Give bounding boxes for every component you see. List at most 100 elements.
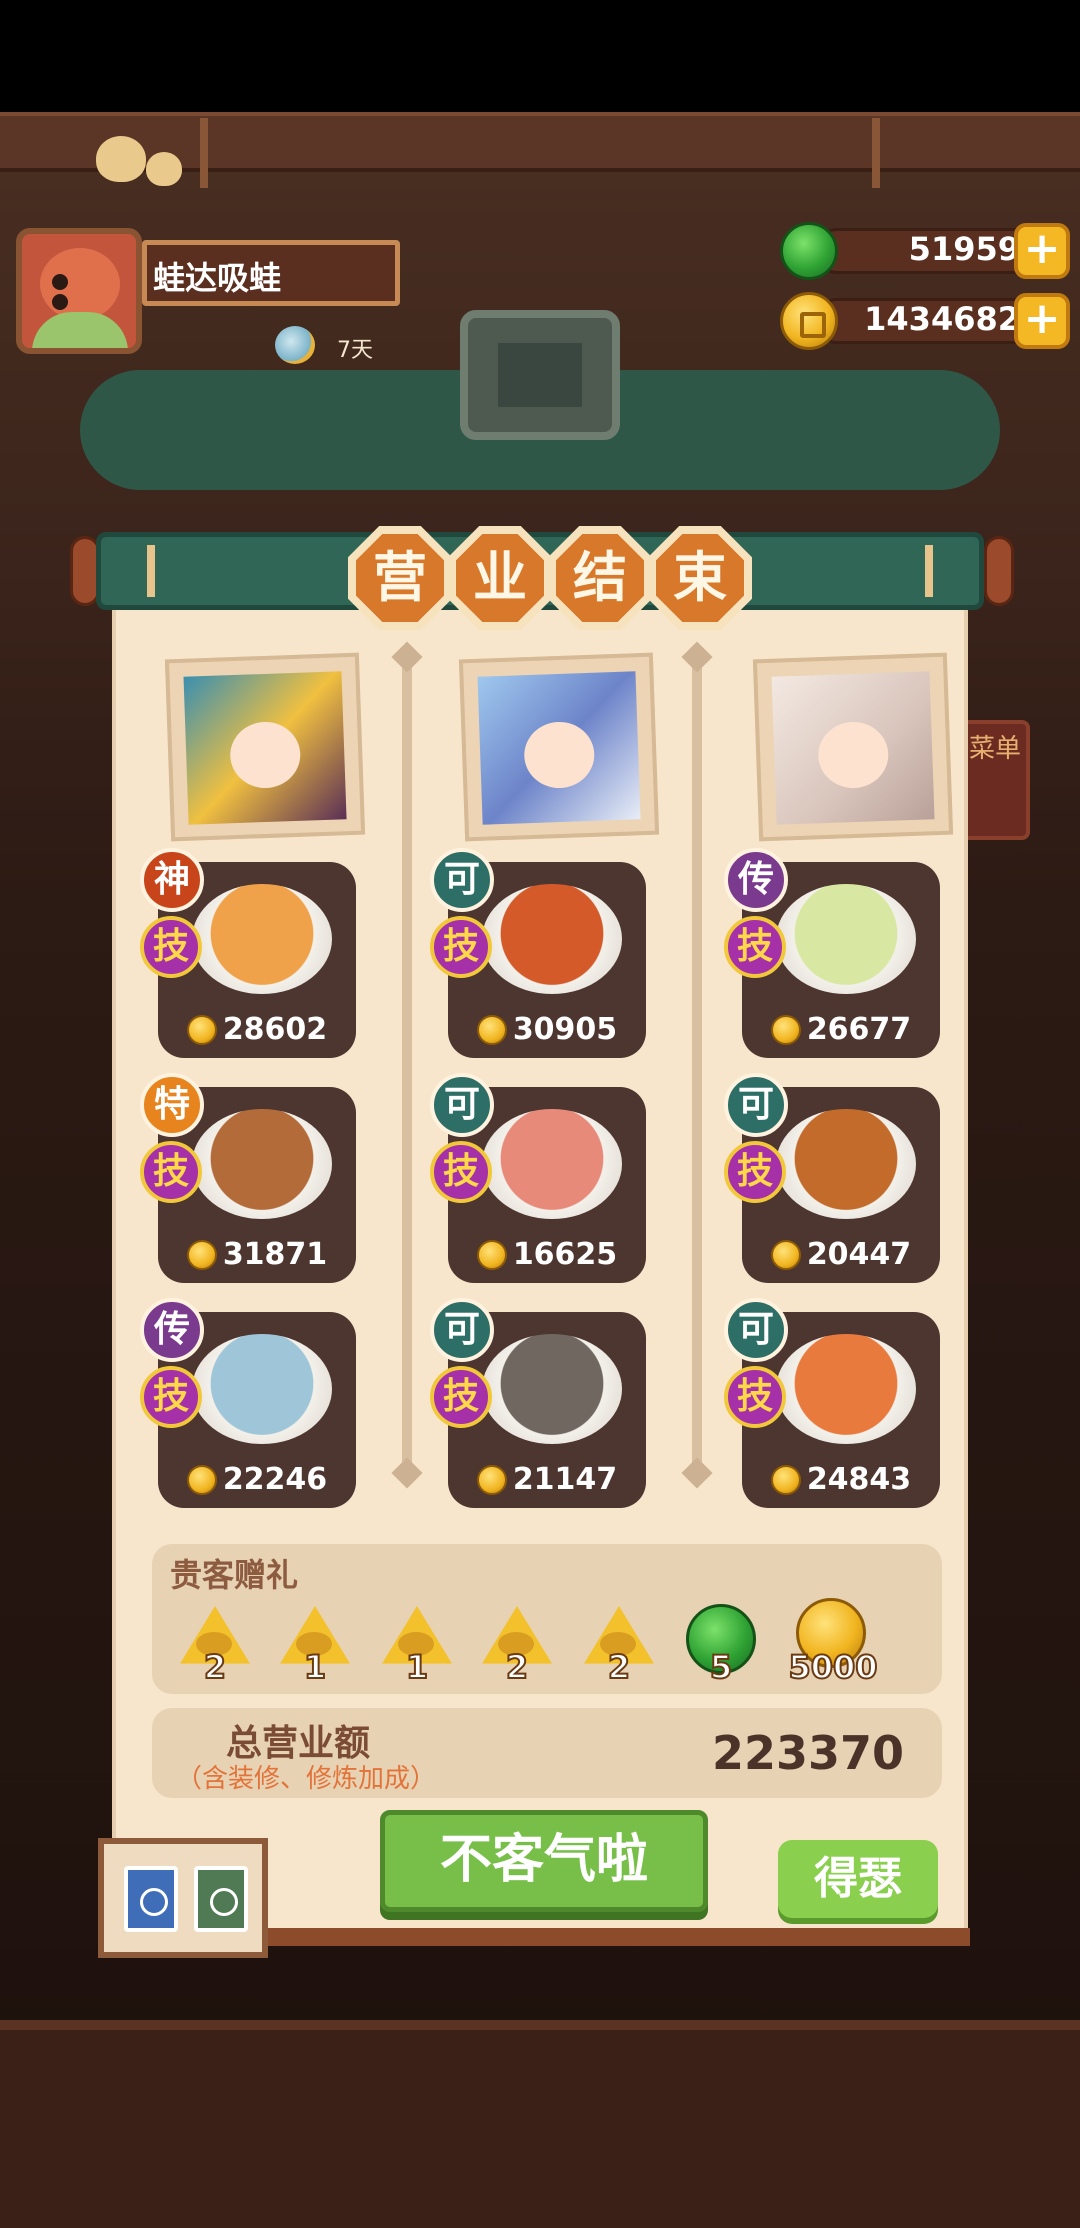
gift-count: 1: [405, 1647, 429, 1687]
skill-badge: 技: [140, 1141, 202, 1203]
dish-image: [776, 1109, 916, 1219]
dish-price-value: 16625: [512, 1237, 618, 1272]
gold-coin-icon: [186, 1464, 217, 1495]
dish-rank-badge: 特: [140, 1073, 204, 1137]
gifts-label: 贵客赠礼: [170, 1556, 299, 1594]
days-count: 7天: [337, 338, 373, 363]
total-value: 223370: [711, 1726, 904, 1780]
gold-coin-icon: [476, 1014, 507, 1045]
gift-count: 1: [303, 1647, 327, 1687]
gift-item: 2: [176, 1604, 254, 1687]
gift-count: 2: [203, 1647, 227, 1687]
gift-item: 1: [378, 1604, 456, 1687]
chick-decoration: [96, 136, 146, 182]
dish-rank-badge: 可: [724, 1298, 788, 1362]
dish-rank-badge: 可: [430, 848, 494, 912]
skill-badge: 技: [430, 1366, 492, 1428]
gold-coin-icon: [186, 1014, 217, 1045]
gift-item: 1: [276, 1604, 354, 1687]
jade-orb-icon: [780, 222, 838, 280]
gift-item: 5: [682, 1604, 760, 1687]
dish-image: [776, 884, 916, 994]
side-button-label: 得瑟: [814, 1853, 902, 1904]
skill-badge: 技: [724, 1141, 786, 1203]
dish-price: 20447: [742, 1237, 940, 1273]
dish-rank-badge: 传: [724, 848, 788, 912]
you-are-welcome-button[interactable]: 不客气啦: [380, 1810, 708, 1912]
show-off-button[interactable]: 得瑟: [778, 1840, 938, 1918]
dish-price: 31871: [158, 1237, 356, 1273]
gift-item: 5000: [786, 1598, 879, 1687]
gift-count: 2: [505, 1647, 529, 1687]
dish-price-value: 22246: [222, 1462, 328, 1497]
skill-badge: 技: [430, 916, 492, 978]
gold-coin-icon: [476, 1239, 507, 1270]
roof-decoration: [200, 118, 880, 188]
skill-badge: 技: [430, 1141, 492, 1203]
kitchen-sign: [460, 310, 620, 440]
dish-rank-badge: 神: [140, 848, 204, 912]
dish-image: [192, 1334, 332, 1444]
guest-gifts: 贵客赠礼 2 1 1 2 2 5 5000: [152, 1544, 942, 1694]
gold-coin-icon: [476, 1464, 507, 1495]
skill-badge: 技: [724, 916, 786, 978]
total-note: （含装修、修炼加成）: [176, 1764, 437, 1794]
dish-rank-badge: 可: [724, 1073, 788, 1137]
dish-rank-badge: 可: [430, 1073, 494, 1137]
guest-portrait-white-hood: [752, 652, 954, 842]
gold-currency: 1434682 +: [780, 292, 1070, 350]
add-gold-button[interactable]: +: [1014, 293, 1070, 349]
jade-amount: 51959: [908, 230, 1020, 268]
jade-currency: 51959 +: [780, 222, 1070, 280]
column-divider: [402, 660, 412, 1470]
dish-rank-badge: 可: [430, 1298, 494, 1362]
gold-coin-icon: [770, 1239, 801, 1270]
gift-count: 5: [709, 1647, 733, 1687]
skill-badge: 技: [140, 1366, 202, 1428]
skill-badge: 技: [724, 1366, 786, 1428]
dish-price-value: 31871: [222, 1237, 328, 1272]
dish-image: [776, 1334, 916, 1444]
guest-portrait-blue-hair: [458, 652, 660, 842]
player-name: 蛙达吸蛙: [153, 259, 282, 297]
main-button-label: 不客气啦: [439, 1830, 648, 1890]
dish-price: 21147: [448, 1462, 646, 1498]
scroll-end-right: [984, 536, 1014, 606]
menu-lantern[interactable]: 菜单: [960, 720, 1030, 840]
dish-price: 30905: [448, 1012, 646, 1048]
gold-coin-icon: [780, 292, 838, 350]
dish-price-value: 21147: [512, 1462, 618, 1497]
dice-toggle[interactable]: [98, 1838, 268, 1958]
gift-count: 5000: [787, 1647, 878, 1687]
dish-image: [192, 1109, 332, 1219]
dish-image: [482, 1334, 622, 1444]
blue-die-icon: [124, 1866, 178, 1932]
dish-price-value: 26677: [806, 1012, 912, 1047]
dish-price: 16625: [448, 1237, 646, 1273]
dish-image: [192, 884, 332, 994]
player-avatar[interactable]: [16, 228, 142, 354]
dish-price-value: 24843: [806, 1462, 912, 1497]
gold-coin-icon: [770, 1014, 801, 1045]
add-jade-button[interactable]: +: [1014, 223, 1070, 279]
dish-price-value: 28602: [222, 1012, 328, 1047]
dish-price-value: 20447: [806, 1237, 912, 1272]
dish-price: 24843: [742, 1462, 940, 1498]
tea-cup-icon: [275, 326, 315, 364]
dish-image: [482, 884, 622, 994]
guest-portrait-dark-hair: [164, 652, 366, 842]
green-die-icon: [194, 1866, 248, 1932]
gold-coin-icon: [186, 1239, 217, 1270]
total-revenue: 总营业额 （含装修、修炼加成） 223370: [152, 1708, 942, 1798]
dish-price: 22246: [158, 1462, 356, 1498]
gold-coin-icon: [770, 1464, 801, 1495]
chick-decoration: [146, 152, 182, 186]
dish-image: [482, 1109, 622, 1219]
skill-badge: 技: [140, 916, 202, 978]
dish-rank-badge: 传: [140, 1298, 204, 1362]
gift-item: 2: [478, 1604, 556, 1687]
counter: [0, 2020, 1080, 2228]
gift-item: 2: [580, 1604, 658, 1687]
gold-amount: 1434682: [864, 300, 1020, 338]
column-divider: [692, 660, 702, 1470]
